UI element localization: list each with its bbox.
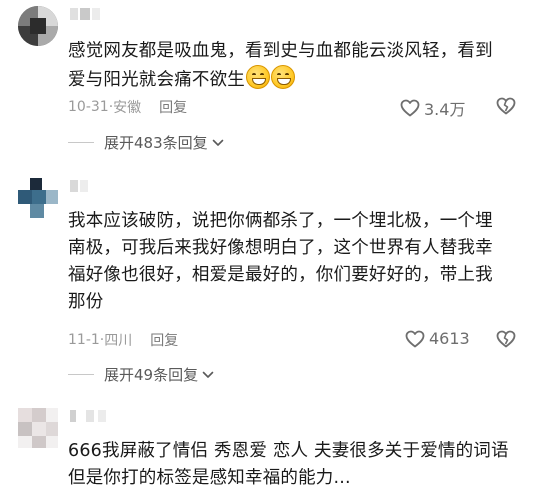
comment-text: 我本应该破防，说把你俩都杀了，一个埋北极，一个埋 南极，可我后来我好像想明白了，…	[68, 211, 493, 312]
broken-heart-icon	[496, 97, 516, 115]
expand-replies-label: 展开483条回复	[104, 134, 208, 152]
like-button[interactable]: 4613	[405, 329, 470, 348]
avatar[interactable]	[18, 178, 58, 218]
chevron-down-icon	[202, 371, 214, 378]
avatar[interactable]	[18, 6, 58, 46]
grinning-sweat-emoji-icon	[246, 65, 270, 89]
comment-location: 四川	[104, 333, 133, 349]
comment-text-line2: 爱与阳光就会痛不欲生	[68, 70, 245, 90]
chevron-down-icon	[212, 139, 223, 146]
comment-date: 11-1	[68, 332, 100, 348]
like-count: 4613	[429, 329, 470, 348]
comment-item: 感觉网友都是吸血鬼，看到史与血都能云淡风轻，看到 爱与阳光就会痛不欲生 10-3…	[0, 0, 541, 170]
comment-meta: 10-31 · 安徽 回复	[68, 97, 188, 117]
dislike-button[interactable]	[496, 97, 516, 119]
expand-replies-label: 展开49条回复	[104, 366, 199, 384]
divider-line	[68, 374, 94, 375]
grinning-sweat-emoji-icon	[271, 65, 295, 89]
comment-item: 我本应该破防，说把你俩都杀了，一个埋北极，一个埋 南极，可我后来我好像想明白了，…	[0, 170, 541, 390]
heart-icon	[400, 99, 420, 117]
expand-replies-button[interactable]: 展开483条回复	[68, 132, 224, 153]
broken-heart-icon	[496, 330, 516, 348]
reply-button[interactable]: 回复	[159, 97, 187, 117]
expand-replies-button[interactable]: 展开49条回复	[68, 364, 214, 385]
heart-icon	[405, 330, 425, 347]
comment-text: 感觉网友都是吸血鬼，看到史与血都能云淡风轻，看到 爱与阳光就会痛不欲生	[68, 38, 528, 94]
like-count: 3.4万	[424, 100, 466, 119]
divider-line	[68, 142, 94, 143]
username-blurred[interactable]	[70, 180, 100, 192]
comment-meta: 11-1 · 四川 回复	[68, 330, 179, 350]
comment-location: 安徽	[113, 100, 142, 116]
comment-item: 666我屏蔽了情侣 秀恩爱 恋人 夫妻很多关于爱情的词语 但是你打的标签是感知幸…	[0, 400, 541, 496]
dislike-button[interactable]	[496, 330, 516, 352]
reply-button[interactable]: 回复	[150, 330, 178, 350]
username-blurred[interactable]	[70, 8, 110, 20]
username-blurred[interactable]	[70, 410, 120, 422]
comment-date: 10-31	[68, 99, 109, 115]
comment-text-line1: 感觉网友都是吸血鬼，看到史与血都能云淡风轻，看到	[68, 41, 493, 61]
like-button[interactable]: 3.4万	[400, 96, 465, 120]
avatar[interactable]	[18, 408, 58, 448]
comment-text: 666我屏蔽了情侣 秀恩爱 恋人 夫妻很多关于爱情的词语 但是你打的标签是感知幸…	[68, 441, 509, 488]
